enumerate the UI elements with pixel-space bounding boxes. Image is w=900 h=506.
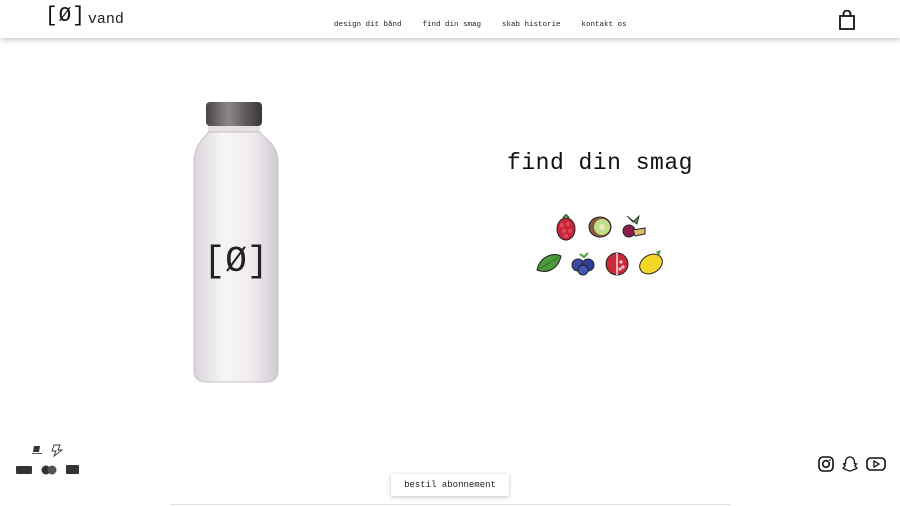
nav-design-dit-band[interactable]: design dit bånd xyxy=(334,21,402,29)
visa-icon xyxy=(66,465,79,474)
leaf-icon[interactable] xyxy=(534,248,564,278)
shopping-bag-icon[interactable] xyxy=(838,10,856,30)
dankort-icon xyxy=(16,466,32,474)
footer-divider xyxy=(170,504,730,505)
mastercard-icon xyxy=(41,465,57,475)
lemon-icon[interactable] xyxy=(636,248,666,278)
youtube-icon[interactable] xyxy=(866,456,886,472)
blueberry-icon[interactable] xyxy=(568,248,598,278)
product-image-bottle[interactable]: [Ø] xyxy=(190,98,282,384)
flavor-grid xyxy=(530,212,670,284)
payment-icons xyxy=(16,444,79,475)
mobilepay-icon xyxy=(32,446,42,454)
snapchat-icon[interactable] xyxy=(842,456,858,472)
bottle-logo: [Ø] xyxy=(204,241,269,282)
kiwi-icon[interactable] xyxy=(585,212,615,242)
logo-mark: [Ø] xyxy=(45,5,86,28)
instagram-icon[interactable] xyxy=(818,456,834,472)
subscribe-button[interactable]: bestil abonnement xyxy=(391,474,509,496)
site-header: [Ø] vand design dit bånd find din smag s… xyxy=(0,0,900,38)
social-links xyxy=(818,456,886,472)
pomegranate-icon[interactable] xyxy=(602,248,632,278)
nav-find-din-smag[interactable]: find din smag xyxy=(423,21,482,29)
nav-kontakt-os[interactable]: kontakt os xyxy=(582,21,627,29)
logo[interactable]: [Ø] vand xyxy=(45,5,124,28)
nav-skab-historie[interactable]: skab historie xyxy=(502,21,561,29)
raspberry-icon[interactable] xyxy=(551,212,581,242)
ginger-beet-icon[interactable] xyxy=(619,212,649,242)
page-title: find din smag xyxy=(507,150,693,176)
logo-text: vand xyxy=(87,10,124,28)
main-nav: design dit bånd find din smag skab histo… xyxy=(334,21,627,29)
lightning-icon xyxy=(51,444,64,458)
